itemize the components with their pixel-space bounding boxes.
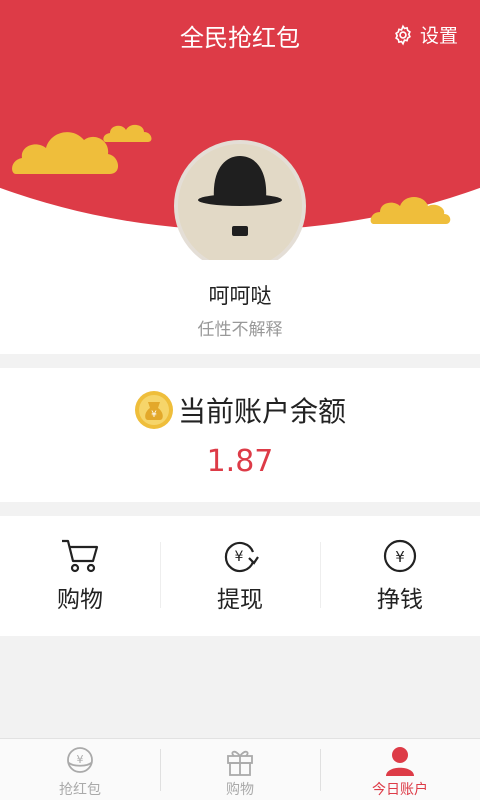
shopping-label: 购物 <box>57 587 103 613</box>
gear-icon <box>395 24 411 45</box>
cart-icon <box>62 539 99 573</box>
profile-section: 呵呵哒 任性不解释 <box>0 260 480 354</box>
username: 呵呵哒 <box>208 284 272 308</box>
gift-icon <box>227 750 253 776</box>
svg-text:¥: ¥ <box>395 548 405 566</box>
tab-label: 今日账户 <box>372 782 428 798</box>
balance-value: 1.87 <box>206 444 274 479</box>
avatar[interactable] <box>174 140 306 272</box>
settings-label: 设置 <box>419 25 458 47</box>
svg-text:¥: ¥ <box>151 410 157 420</box>
action-grid: 购物 ¥ 提现 ¥ 挣钱 <box>0 516 480 636</box>
svg-text:¥: ¥ <box>77 753 84 766</box>
earn-label: 挣钱 <box>377 587 423 613</box>
yuan-refresh-icon: ¥ <box>224 541 259 573</box>
coin-bag-icon: ¥ <box>134 391 173 429</box>
tab-label: 抢红包 <box>59 782 101 798</box>
settings-button[interactable]: 设置 <box>392 21 458 48</box>
cloud-small-decoration <box>103 124 152 142</box>
bowler-hat-avatar-image <box>178 144 302 268</box>
withdraw-button[interactable]: ¥ 提现 <box>160 516 320 636</box>
earn-button[interactable]: ¥ 挣钱 <box>320 516 480 636</box>
balance-label: 当前账户余额 <box>177 395 346 428</box>
balance-card: ¥ 当前账户余额 1.87 <box>0 368 480 502</box>
bottom-tab-bar: ¥ 抢红包 购物 今日账户 <box>0 738 480 800</box>
cloud-right-decoration <box>370 197 451 224</box>
user-icon <box>386 747 414 776</box>
shopping-button[interactable]: 购物 <box>0 516 160 636</box>
svg-text:¥: ¥ <box>235 549 244 565</box>
tab-shopping[interactable]: 购物 <box>160 739 320 800</box>
yuan-bowl-icon: ¥ <box>67 747 93 773</box>
yuan-circle-icon: ¥ <box>383 539 417 573</box>
withdraw-label: 提现 <box>217 587 263 613</box>
user-motto: 任性不解释 <box>197 320 283 340</box>
tab-today-account[interactable]: 今日账户 <box>320 739 480 800</box>
tab-grab-red-packet[interactable]: ¥ 抢红包 <box>0 739 160 800</box>
tab-label: 购物 <box>226 782 254 798</box>
